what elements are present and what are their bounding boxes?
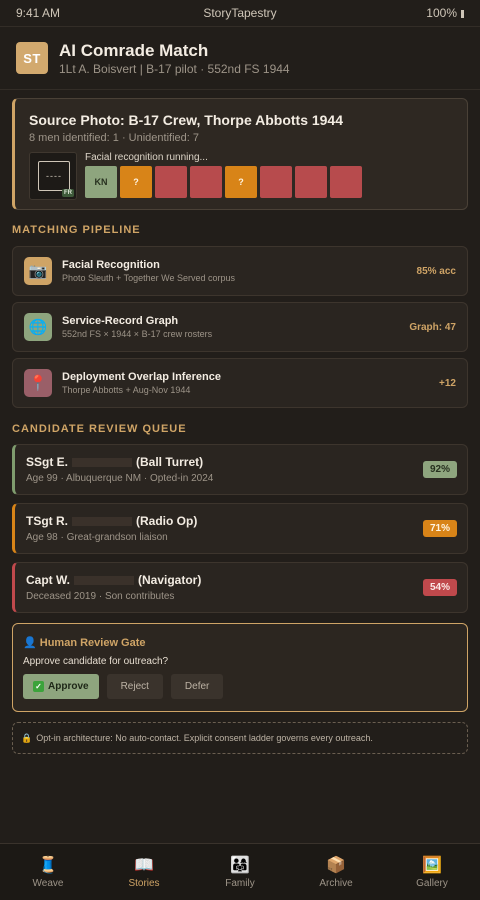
source-photo-thumbnail[interactable]: ---- FR <box>29 152 77 200</box>
candidate-detail: Deceased 2019 · Son contributes <box>26 591 175 602</box>
pipeline-item-name: Deployment Overlap Inference <box>62 371 221 383</box>
queue-section-title: CANDIDATE REVIEW QUEUE <box>12 423 187 435</box>
candidate-role: (Navigator) <box>138 573 202 587</box>
pipeline-item-metric: 85% acc <box>416 265 456 277</box>
source-photo-title: Source Photo: B-17 Crew, Thorpe Abbotts … <box>29 112 344 128</box>
nav-item-stories[interactable]: 📖 Stories <box>96 844 192 900</box>
pipeline-item-metric: Graph: 47 <box>409 321 456 333</box>
candidate-name: TSgt R. (Radio Op) <box>26 514 423 528</box>
status-app-name: StoryTapestry <box>203 6 277 20</box>
checkmark-icon: ✓ <box>33 681 44 692</box>
candidate-text: SSgt E. (Ball Turret) Age 99 · Albuquerque… <box>26 455 423 484</box>
reject-button[interactable]: Reject <box>106 674 163 699</box>
nav-label: Gallery <box>416 878 448 889</box>
app-header: ST AI Comrade Match 1Lt A. Boisvert | B-… <box>0 27 480 90</box>
book-icon: 📖 <box>134 857 154 874</box>
candidate-text: TSgt R. (Radio Op) Age 98 · Great-grandson… <box>26 514 423 543</box>
face-recognition-badge: FR <box>62 189 74 197</box>
face-tile[interactable] <box>295 166 327 198</box>
face-tiles: KN?? <box>85 166 365 198</box>
status-time: 9:41 AM <box>16 6 61 20</box>
photo-frame-icon: ---- <box>38 161 70 191</box>
lock-icon: 🔒 <box>21 732 33 743</box>
candidate-card[interactable]: Capt W. (Navigator) Deceased 2019 · Son co… <box>12 562 468 613</box>
candidate-name: SSgt E. (Ball Turret) <box>26 455 423 469</box>
pipeline-item-text: Deployment Overlap Inference Thorpe Abbot… <box>62 371 439 395</box>
pipeline-item-name: Service-Record Graph <box>62 315 179 327</box>
redacted-surname <box>72 516 132 526</box>
approve-label: Approve <box>48 681 89 692</box>
family-icon: 👨‍👩‍👧 <box>230 857 250 874</box>
face-tile[interactable] <box>260 166 292 198</box>
bottom-nav: 🧵 Weave 📖 Stories 👨‍👩‍👧 Family 📦 Archive 🖼️ Galle… <box>0 843 480 900</box>
page-subtitle: 1Lt A. Boisvert | B-17 pilot · 552nd FS … <box>59 61 290 76</box>
face-tile[interactable] <box>190 166 222 198</box>
battery-indicator: 100% <box>426 6 464 20</box>
nav-item-archive[interactable]: 📦 Archive <box>288 844 384 900</box>
gate-question: Approve candidate for outreach? <box>23 656 169 667</box>
candidate-name: Capt W. (Navigator) <box>26 573 423 587</box>
battery-icon <box>461 10 464 18</box>
redacted-surname <box>72 457 133 467</box>
source-photo-card[interactable]: Source Photo: B-17 Crew, Thorpe Abbotts … <box>12 98 468 210</box>
candidate-role: (Radio Op) <box>136 514 198 528</box>
pipeline-item[interactable]: 📷 Facial Recognition Photo Sleuth + Togeth… <box>12 246 468 296</box>
nav-item-gallery[interactable]: 🖼️ Gallery <box>384 844 480 900</box>
candidate-card[interactable]: SSgt E. (Ball Turret) Age 99 · Albuquerque… <box>12 444 468 495</box>
human-review-gate: 👤 Human Review Gate Approve candidate fo… <box>12 623 468 712</box>
face-tile[interactable]: ? <box>225 166 257 198</box>
pipeline-item-detail: Photo Sleuth + Together We Served corpus <box>62 273 236 283</box>
pipeline-section-title: MATCHING PIPELINE <box>12 224 141 236</box>
status-bar: 9:41 AM StoryTapestry 100% <box>0 0 480 27</box>
box-icon: 📦 <box>326 857 346 874</box>
gate-title: 👤 Human Review Gate <box>23 637 146 649</box>
candidate-card[interactable]: TSgt R. (Radio Op) Age 98 · Great-grandson… <box>12 503 468 554</box>
nav-item-weave[interactable]: 🧵 Weave <box>0 844 96 900</box>
pipeline-list: 📷 Facial Recognition Photo Sleuth + Togeth… <box>0 246 480 408</box>
pipeline-item-name: Facial Recognition <box>62 259 160 271</box>
camera-icon: 📷 <box>24 257 52 285</box>
source-photo-summary: 8 men identified: 1 · Unidentified: 7 <box>29 132 199 144</box>
candidate-role: (Ball Turret) <box>136 455 204 469</box>
candidate-queue: SSgt E. (Ball Turret) Age 99 · Albuquerque… <box>0 444 480 613</box>
nav-label: Stories <box>128 878 160 889</box>
match-score-badge: 92% <box>422 461 457 478</box>
nav-label: Family <box>225 878 255 889</box>
pipeline-item[interactable]: 🌐 Service-Record Graph 552nd FS × 1944 × B… <box>12 302 468 352</box>
match-score-badge: 71% <box>422 520 457 537</box>
face-tile[interactable]: KN <box>85 166 117 198</box>
redacted-surname <box>74 575 134 585</box>
page-title: AI Comrade Match <box>59 40 209 60</box>
candidate-rank: Capt W. <box>26 573 70 587</box>
pipeline-item-text: Facial Recognition Photo Sleuth + Togethe… <box>62 259 417 283</box>
pipeline-item-detail: Thorpe Abbotts + Aug-Nov 1944 <box>62 385 191 395</box>
approve-button[interactable]: ✓ Approve <box>23 674 99 699</box>
picture-icon: 🖼️ <box>422 857 442 874</box>
pipeline-item-text: Service-Record Graph 552nd FS × 1944 × B-… <box>62 315 409 339</box>
opt-in-note: 🔒 Opt-in architecture: No auto-contact. … <box>12 722 468 754</box>
pipeline-item[interactable]: 📍 Deployment Overlap Inference Thorpe Abbo… <box>12 358 468 408</box>
face-tile[interactable] <box>155 166 187 198</box>
candidate-rank: SSgt E. <box>26 455 69 469</box>
globe-icon: 🌐 <box>24 313 52 341</box>
nav-label: Archive <box>319 878 353 889</box>
candidate-rank: TSgt R. <box>26 514 68 528</box>
candidate-text: Capt W. (Navigator) Deceased 2019 · Son co… <box>26 573 423 602</box>
match-score-badge: 54% <box>422 579 457 596</box>
avatar[interactable]: ST <box>16 42 48 74</box>
face-tile[interactable]: ? <box>120 166 152 198</box>
spool-icon: 🧵 <box>38 857 58 874</box>
candidate-detail: Age 99 · Albuquerque NM · Opted-in 2024 <box>26 473 214 484</box>
battery-level: 100% <box>426 6 457 20</box>
opt-in-note-text: Opt-in architecture: No auto-contact. Ex… <box>36 733 373 743</box>
map-pin-icon: 📍 <box>24 369 52 397</box>
candidate-detail: Age 98 · Great-grandson liaison <box>26 532 168 543</box>
recognition-status: Facial recognition running... <box>85 152 208 163</box>
defer-button[interactable]: Defer <box>170 674 224 699</box>
nav-label: Weave <box>32 878 64 889</box>
face-tile[interactable] <box>330 166 362 198</box>
pipeline-item-detail: 552nd FS × 1944 × B-17 crew rosters <box>62 329 213 339</box>
pipeline-item-metric: +12 <box>439 377 456 389</box>
nav-item-family[interactable]: 👨‍👩‍👧 Family <box>192 844 288 900</box>
